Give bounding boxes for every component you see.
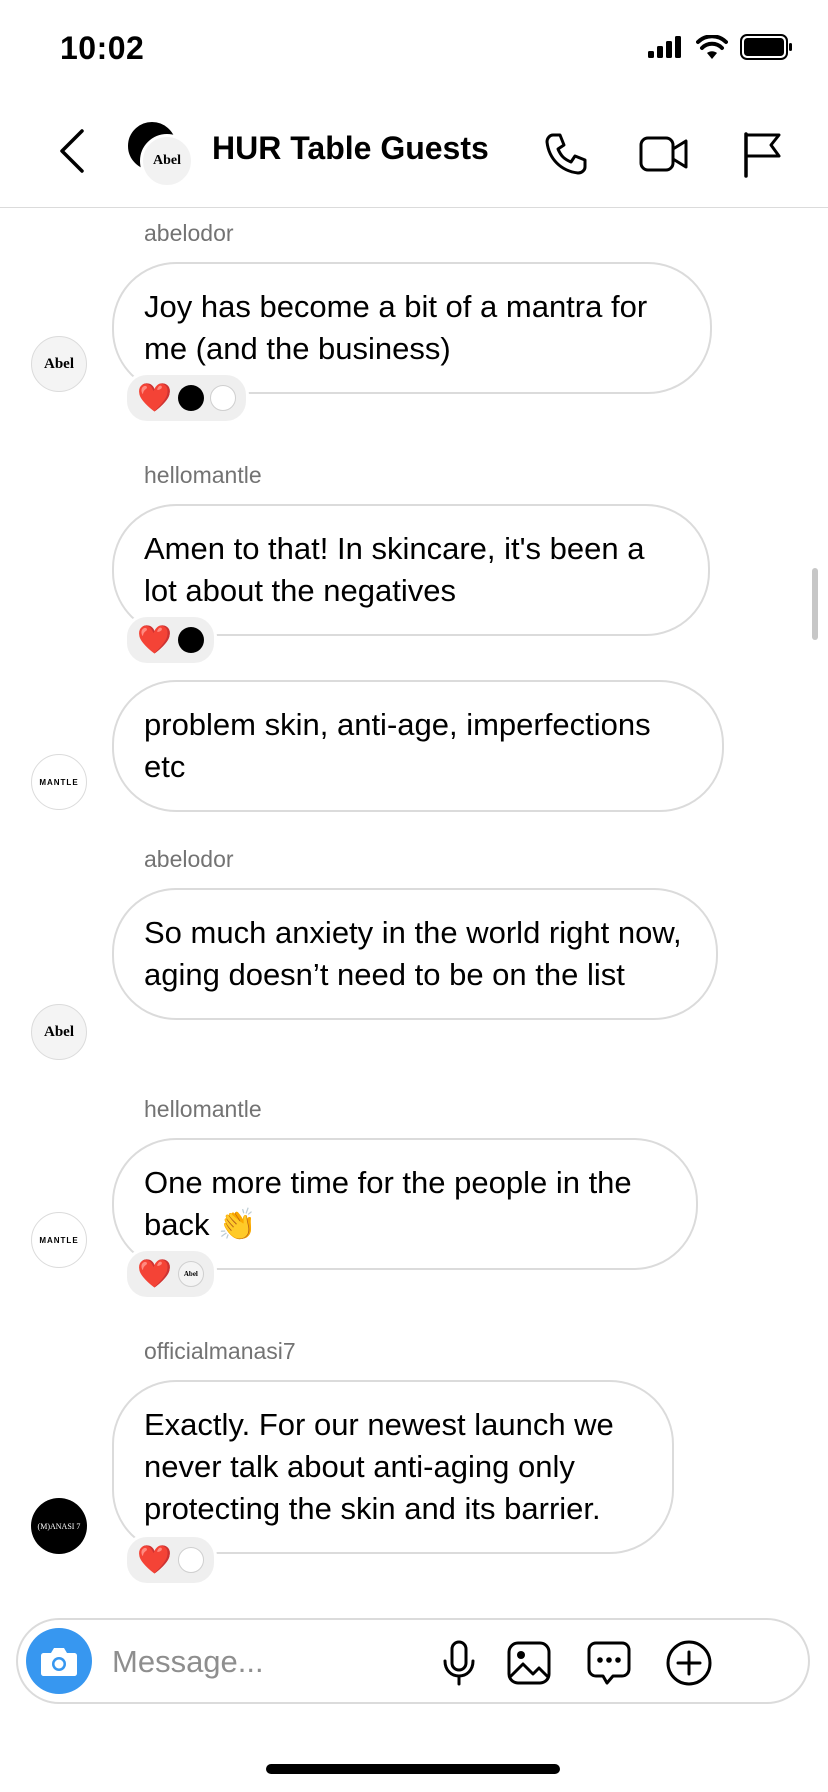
camera-button[interactable] bbox=[26, 1628, 92, 1694]
image-icon bbox=[507, 1641, 551, 1685]
sender-name: officialmanasi7 bbox=[144, 1338, 296, 1364]
reactions-bar[interactable]: ❤️ Abel bbox=[124, 1248, 217, 1300]
reactions-bar[interactable]: ❤️ bbox=[124, 372, 249, 424]
reactor-avatar bbox=[209, 385, 236, 411]
heart-reaction: ❤️ bbox=[137, 1258, 172, 1289]
sender-name: abelodor bbox=[144, 220, 234, 246]
message-input[interactable] bbox=[110, 1632, 474, 1692]
sender-avatar[interactable]: MANTLE bbox=[31, 1212, 87, 1268]
scroll-indicator[interactable] bbox=[812, 568, 818, 640]
camera-icon bbox=[41, 1648, 77, 1676]
reactor-avatar bbox=[177, 385, 204, 411]
report-button[interactable] bbox=[736, 128, 788, 180]
message-bubble[interactable]: problem skin, anti-age, imperfections et… bbox=[112, 680, 724, 812]
gallery-button[interactable] bbox=[504, 1638, 554, 1688]
audio-call-button[interactable] bbox=[540, 128, 592, 180]
sender-avatar[interactable]: (M)ANASI 7 bbox=[31, 1498, 87, 1554]
wifi-icon bbox=[696, 35, 728, 59]
sender-name: hellomantle bbox=[144, 462, 262, 488]
more-options-button[interactable] bbox=[664, 1638, 714, 1688]
battery-icon bbox=[740, 34, 792, 60]
message-feed[interactable]: abelodor Joy has become a bit of a mantr… bbox=[0, 208, 828, 1608]
sender-name: abelodor bbox=[144, 846, 234, 872]
reactions-bar[interactable]: ❤️ bbox=[124, 614, 217, 666]
reactor-avatar bbox=[177, 627, 204, 653]
heart-reaction: ❤️ bbox=[137, 382, 172, 413]
heart-reaction: ❤️ bbox=[137, 624, 172, 655]
message-bubble[interactable]: Exactly. For our newest launch we never … bbox=[112, 1380, 674, 1554]
message-bubble[interactable]: So much anxiety in the world right now, … bbox=[112, 888, 718, 1020]
home-indicator[interactable] bbox=[266, 1764, 560, 1774]
heart-reaction: ❤️ bbox=[137, 1544, 172, 1575]
status-time: 10:02 bbox=[60, 30, 145, 66]
video-call-button[interactable] bbox=[638, 128, 690, 180]
chevron-left-icon bbox=[60, 129, 84, 173]
avatar-front: Abel bbox=[140, 134, 194, 188]
reactor-avatar bbox=[177, 1547, 204, 1573]
reactor-avatar: Abel bbox=[177, 1261, 204, 1287]
cellular-signal-icon bbox=[648, 36, 681, 58]
flag-icon bbox=[744, 132, 781, 178]
status-icons bbox=[648, 34, 794, 60]
microphone-icon bbox=[443, 1640, 475, 1686]
sender-name: hellomantle bbox=[144, 1096, 262, 1122]
thread-title[interactable]: HUR Table Guests bbox=[212, 130, 489, 167]
sender-avatar[interactable]: Abel bbox=[31, 1004, 87, 1060]
sender-avatar[interactable]: Abel bbox=[31, 336, 87, 392]
group-avatar[interactable]: Abel bbox=[126, 120, 194, 188]
sender-avatar[interactable]: MANTLE bbox=[31, 754, 87, 810]
chat-bubble-icon bbox=[587, 1641, 631, 1685]
video-camera-icon bbox=[639, 136, 688, 172]
status-bar: 10:02 bbox=[0, 0, 828, 100]
phone-icon bbox=[545, 133, 587, 175]
message-composer bbox=[16, 1618, 810, 1704]
voice-message-button[interactable] bbox=[434, 1638, 484, 1688]
back-button[interactable] bbox=[52, 126, 92, 176]
plus-circle-icon bbox=[666, 1640, 712, 1686]
reactions-bar[interactable]: ❤️ bbox=[124, 1534, 217, 1586]
thread-header: Abel HUR Table Guests bbox=[0, 100, 828, 208]
sticker-button[interactable] bbox=[584, 1638, 634, 1688]
